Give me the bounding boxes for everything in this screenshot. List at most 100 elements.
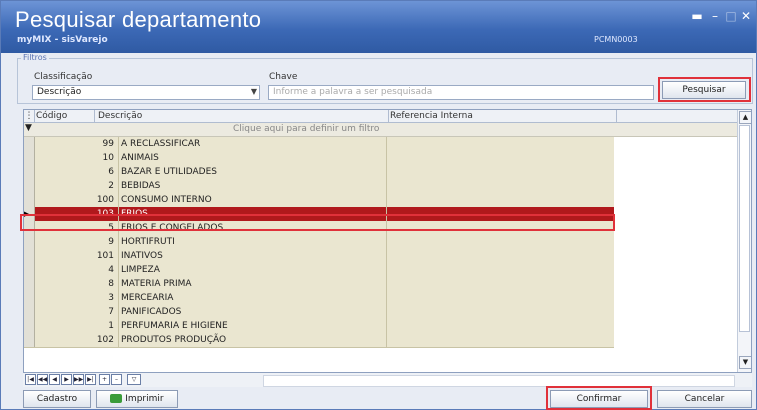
next-page-icon[interactable]: ▶▶: [73, 374, 84, 385]
row-description: CONSUMO INTERNO: [118, 193, 386, 207]
column-codigo[interactable]: Código: [36, 110, 95, 122]
row-reference: [386, 193, 615, 207]
search-input[interactable]: Informe a palavra a ser pesquisada: [268, 85, 654, 100]
row-reference: [386, 249, 615, 263]
table-row[interactable]: 100 CONSUMO INTERNO: [24, 193, 614, 208]
search-department-window: Pesquisar departamento myMIX - sisVarejo…: [0, 0, 757, 410]
row-description: PANIFICADOS: [118, 305, 386, 319]
filters-legend: Filtros: [21, 53, 49, 62]
table-row[interactable]: 102 PRODUTOS PRODUÇÃO: [24, 333, 614, 348]
grid-navigator: |◀ ◀◀ ◀ ▶ ▶▶ ▶| + – ▽: [23, 373, 752, 387]
restore-icon[interactable]: ▬: [689, 9, 705, 23]
last-record-icon[interactable]: ▶|: [85, 374, 96, 385]
insert-record-icon[interactable]: +: [99, 374, 110, 385]
chevron-down-icon[interactable]: ▼: [251, 87, 257, 96]
row-reference: [386, 333, 615, 347]
scroll-up-icon[interactable]: ▲: [739, 111, 751, 124]
table-row[interactable]: 99 A RECLASSIFICAR: [24, 137, 614, 152]
window-title: Pesquisar departamento: [15, 7, 262, 32]
row-reference: [386, 291, 615, 305]
window-subtitle: myMIX - sisVarejo: [17, 35, 108, 45]
next-record-icon[interactable]: ▶: [61, 374, 72, 385]
row-reference: [386, 137, 615, 151]
row-description: MATERIA PRIMA: [118, 277, 386, 291]
prior-page-icon[interactable]: ◀◀: [37, 374, 48, 385]
row-reference: [386, 165, 615, 179]
row-description: HORTIFRUTI: [118, 235, 386, 249]
screen-code: PCMN0003: [594, 35, 638, 44]
confirm-button-highlight: [546, 386, 652, 410]
row-code: 6: [108, 167, 114, 177]
table-row[interactable]: 101 INATIVOS: [24, 249, 614, 264]
row-code: 4: [108, 265, 114, 275]
row-description: PRODUTOS PRODUÇÃO: [118, 333, 386, 347]
row-code: 101: [96, 251, 114, 261]
selected-row-highlight: [20, 214, 615, 231]
close-icon[interactable]: ✕: [738, 9, 754, 23]
row-reference: [386, 179, 615, 193]
cadastro-button[interactable]: Cadastro: [23, 390, 91, 408]
imprimir-button[interactable]: Imprimir: [96, 390, 178, 408]
classification-select[interactable]: Descrição ▼: [32, 85, 260, 100]
table-row[interactable]: 4 LIMPEZA: [24, 263, 614, 278]
row-reference: [386, 235, 615, 249]
row-description: INATIVOS: [118, 249, 386, 263]
grid-header: ⋮ Código Descrição Referencia Interna: [24, 110, 751, 123]
row-code: 100: [96, 195, 114, 205]
row-reference: [386, 277, 615, 291]
row-description: ANIMAIS: [118, 151, 386, 165]
row-code: 10: [102, 153, 114, 163]
printer-icon: [110, 394, 123, 403]
first-record-icon[interactable]: |◀: [25, 374, 36, 385]
row-description: MERCEARIA: [118, 291, 386, 305]
row-code: 1: [108, 321, 114, 331]
departments-grid: ⋮ Código Descrição Referencia Interna ▼ …: [23, 109, 752, 373]
row-reference: [386, 305, 615, 319]
scroll-thumb[interactable]: [739, 125, 750, 332]
column-chooser-icon[interactable]: ⋮: [24, 110, 35, 122]
row-code: 2: [108, 181, 114, 191]
prior-record-icon[interactable]: ◀: [49, 374, 60, 385]
search-button-highlight: [658, 77, 751, 102]
table-row[interactable]: 7 PANIFICADOS: [24, 305, 614, 320]
key-label: Chave: [269, 72, 298, 82]
vertical-scrollbar[interactable]: ▲ ▼: [737, 110, 751, 372]
row-code: 8: [108, 279, 114, 289]
filter-icon[interactable]: ▼: [25, 123, 32, 133]
delete-record-icon[interactable]: –: [111, 374, 122, 385]
table-row[interactable]: 2 BEBIDAS: [24, 179, 614, 194]
table-row[interactable]: 6 BAZAR E UTILIDADES: [24, 165, 614, 180]
title-bar: Pesquisar departamento myMIX - sisVarejo…: [1, 1, 756, 53]
scroll-down-icon[interactable]: ▼: [739, 356, 751, 369]
imprimir-label: Imprimir: [125, 394, 164, 404]
cancel-button[interactable]: Cancelar: [657, 390, 752, 408]
row-reference: [386, 151, 615, 165]
row-code: 9: [108, 237, 114, 247]
row-description: A RECLASSIFICAR: [118, 137, 386, 151]
classification-label: Classificação: [34, 72, 93, 82]
row-code: 102: [96, 335, 114, 345]
column-referencia-interna[interactable]: Referencia Interna: [388, 110, 617, 122]
row-code: 99: [102, 139, 114, 149]
row-code: 3: [108, 293, 114, 303]
table-row[interactable]: 1 PERFUMARIA E HIGIENE: [24, 319, 614, 334]
row-reference: [386, 263, 615, 277]
filter-icon[interactable]: ▽: [127, 374, 141, 385]
maximize-icon[interactable]: □: [723, 9, 739, 23]
row-reference: [386, 319, 615, 333]
row-description: PERFUMARIA E HIGIENE: [118, 319, 386, 333]
row-description: BEBIDAS: [118, 179, 386, 193]
minimize-icon[interactable]: –: [707, 9, 723, 23]
column-descricao[interactable]: Descrição: [96, 110, 389, 122]
row-code: 7: [108, 307, 114, 317]
table-row[interactable]: 3 MERCEARIA: [24, 291, 614, 306]
table-row[interactable]: 9 HORTIFRUTI: [24, 235, 614, 250]
classification-value: Descrição: [37, 87, 82, 97]
table-row[interactable]: 10 ANIMAIS: [24, 151, 614, 166]
row-description: LIMPEZA: [118, 263, 386, 277]
row-description: BAZAR E UTILIDADES: [118, 165, 386, 179]
filter-row[interactable]: ▼ Clique aqui para definir um filtro: [24, 123, 751, 137]
horizontal-scrollbar[interactable]: [263, 375, 735, 387]
table-row[interactable]: 8 MATERIA PRIMA: [24, 277, 614, 292]
filter-hint: Clique aqui para definir um filtro: [233, 124, 380, 134]
